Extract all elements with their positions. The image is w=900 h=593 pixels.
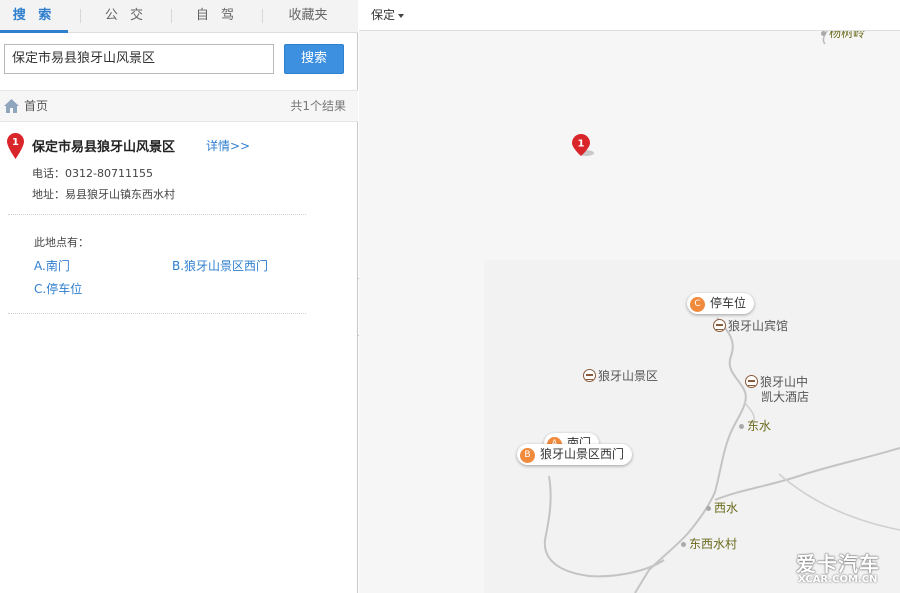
place-label: 东水 [747, 419, 772, 433]
place-label: 西水 [714, 501, 739, 515]
tab-search[interactable]: 搜 索 [0, 0, 68, 33]
sub-point-south-gate[interactable]: A.南门 [34, 257, 70, 274]
callout-label: 停车位 [710, 296, 747, 310]
poi-label: 狼牙山景区 [598, 369, 659, 383]
poi-hotel[interactable]: 狼牙山宾馆 [713, 317, 788, 334]
tab-divider [171, 9, 172, 23]
hotel-icon [713, 319, 726, 332]
poi-scenic-area[interactable]: 狼牙山景区 [583, 367, 658, 384]
city-dropdown[interactable]: 保定 [371, 0, 405, 30]
watermark-url: XCAR.COM.CN [798, 574, 878, 585]
sub-points-heading: 此地点有： [34, 236, 89, 249]
village-dongshui: 东水 [739, 417, 771, 434]
poi-label: 狼牙山宾馆 [728, 319, 789, 333]
poi-label: 狼牙山中 [760, 375, 809, 389]
city-label: 保定 [371, 8, 396, 22]
divider [8, 313, 306, 314]
watermark-logo: 爱卡汽车 [796, 552, 880, 576]
sub-point-west-gate[interactable]: B.狼牙山景区西门 [172, 257, 268, 274]
search-input[interactable]: 保定市易县狼牙山风景区 [4, 44, 274, 74]
village-dongxishui: 东西水村 [681, 535, 737, 552]
map-marker-icon[interactable]: 1 [572, 134, 598, 160]
callout-label: 狼牙山景区西门 [540, 447, 625, 461]
scenic-icon [583, 369, 596, 382]
tab-favorites[interactable]: 收藏夹 [264, 0, 352, 32]
phone-text: 电话：0312-80711155 [32, 167, 153, 180]
poi-label-line2: 凯大酒店 [761, 390, 810, 404]
home-icon[interactable] [4, 99, 19, 113]
place-label: 东西水村 [689, 537, 738, 551]
caret-down-icon [398, 13, 405, 18]
left-panel: 搜 索 公 交 自 驾 收藏夹 保定市易县狼牙山风景区 搜索 首页 共1个结果 … [0, 0, 358, 593]
map-canvas[interactable]: 杨树岭 C停车位 狼牙山宾馆 狼牙山景区 狼牙山中 凯大酒店 东水 A南门 B狼… [359, 0, 900, 593]
marker-index: 1 [578, 139, 585, 150]
tab-bar: 搜 索 公 交 自 驾 收藏夹 [0, 0, 358, 33]
village-xishui: 西水 [706, 499, 738, 516]
map-roads [484, 27, 900, 593]
map-callout-west-gate[interactable]: B 狼牙山景区西门 [517, 444, 633, 465]
hotel-icon [745, 375, 758, 388]
pin-index: 1 [12, 137, 19, 148]
tab-bus[interactable]: 公 交 [82, 0, 170, 32]
home-link[interactable]: 首页 [24, 91, 48, 121]
search-button[interactable]: 搜索 [284, 44, 344, 74]
address-text: 地址：易县狼牙山镇东西水村 [32, 188, 175, 201]
map-pin-icon[interactable]: 1 [7, 133, 24, 159]
breadcrumb: 首页 共1个结果 [0, 90, 358, 122]
tab-divider [262, 9, 263, 23]
divider [8, 214, 306, 215]
callout-badge: B [520, 448, 535, 463]
tab-divider [80, 9, 81, 23]
map-callout-parking[interactable]: C 停车位 [687, 293, 755, 314]
tab-drive[interactable]: 自 驾 [173, 0, 261, 32]
result-count: 共1个结果 [290, 99, 346, 113]
result-title[interactable]: 保定市易县狼牙山风景区 [32, 136, 175, 155]
map-toolbar: 保定 [359, 0, 900, 31]
detail-link[interactable]: 详情>> [206, 137, 250, 154]
callout-badge: C [690, 297, 705, 312]
sub-point-parking[interactable]: C.停车位 [34, 280, 82, 297]
